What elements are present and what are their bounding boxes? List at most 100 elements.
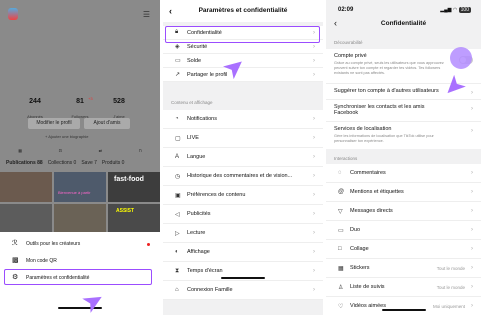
menu-icon[interactable]: ☰ [143,10,150,19]
chevron-right-icon: › [313,57,315,64]
settings-item-label: Publicités [187,211,211,217]
notification-dot [147,243,150,246]
qr-code-icon: ▩ [12,257,19,264]
video-thumbnail[interactable] [54,204,106,232]
bell-icon: ◔ [175,116,179,122]
location-services-description: Gère les informations de localisation qu… [334,134,434,143]
video-thumbnail[interactable]: fast-food [108,172,160,202]
section-title: Contenu et affichage [171,100,213,105]
ads-icon: ◁ [175,211,180,218]
interaction-value: Tout le monde [436,265,465,271]
chevron-right-icon: › [313,230,315,236]
creator-tools-item[interactable]: ℛ Outils pour les créateurs [12,239,80,249]
settings-item-display[interactable]: ◐ Affichage › [163,243,323,262]
tab-products[interactable]: Produits 0 [102,160,125,170]
qr-code-item[interactable]: ▩ Mon code QR [12,256,57,266]
settings-item-ads[interactable]: ◁ Publicités › [163,205,323,224]
home-indicator [382,309,426,311]
live-icon: ▢ [175,135,181,142]
interaction-stickers[interactable]: ▦ Stickers Tout le monde › [326,259,481,278]
shield-icon: ◈ [175,44,180,50]
stitch-icon: □ [338,246,342,252]
interaction-following-list[interactable]: ♙ Liste de suivis Tout le monde › [326,278,481,297]
sheet-item-label: Mon code QR [26,258,57,264]
chevron-right-icon: › [471,189,473,195]
chevron-right-icon: › [313,43,315,50]
chevron-right-icon: › [313,71,315,78]
settings-item-label: Langue [187,154,206,160]
chevron-right-icon: › [471,246,473,252]
chevron-right-icon: › [471,128,473,134]
chevron-right-icon: › [471,284,473,290]
chevron-right-icon: › [313,135,315,141]
interaction-duo[interactable]: ▭ Duo › [326,221,481,240]
creator-tools-icon: ℛ [12,240,18,247]
following-icon: ♙ [338,284,344,291]
settings-item-family-pairing[interactable]: ⌂ Connexion Famille › [163,281,323,300]
mention-icon: @ [338,189,345,195]
bookmark-icon[interactable]: ⊓ [139,148,142,156]
settings-item-label: Sécurité [187,43,208,50]
settings-item-label: Notifications [187,116,217,122]
tab-publications[interactable]: Publications 88 [6,160,43,170]
tab-save[interactable]: Save 7 [81,160,97,170]
bio-hint[interactable]: + Ajouter une biographie [45,134,88,139]
interaction-label: Liste de suivis [350,284,385,290]
tab-collections[interactable]: Collections 0 [48,160,77,170]
settings-item-content-preferences[interactable]: ▣ Préférences de contenu › [163,186,323,205]
chevron-right-icon: › [313,249,315,255]
grid-icon[interactable]: ▦ [18,148,22,156]
privacy-screen: 02:09 ▂▄▆ ◠ 100 ‹ Confidentialité Découv… [326,0,481,315]
hourglass-icon: ⧗ [175,267,180,274]
settings-item-live[interactable]: ▢ LIVE › [163,129,323,148]
edit-profile-button[interactable]: Modifier le profil [28,118,80,129]
video-thumbnail[interactable]: Bienvenue à partir [54,172,106,202]
video-thumbnail[interactable] [0,172,52,202]
chevron-right-icon: › [313,192,315,198]
settings-item-playback[interactable]: ▷ Lecture › [163,224,323,243]
interaction-label: Collage [350,246,369,252]
lock-icon[interactable]: ⊡ [59,148,62,156]
chevron-right-icon: › [471,208,473,214]
highlight-circle [450,47,472,69]
interaction-liked-videos[interactable]: ♡ Vidéos aimées Moi uniquement › [326,297,481,315]
back-icon[interactable]: ‹ [169,0,172,22]
settings-item-label: Connexion Famille [187,287,233,293]
settings-item-notifications[interactable]: ◔ Notifications › [163,110,323,129]
video-thumbnail[interactable] [0,204,52,232]
profile-tabs: Publications 88 Collections 0 Save 7 Pro… [6,160,154,170]
video-thumbnail[interactable]: ASSIST [108,204,160,232]
settings-header: ‹ Paramètres et confidentialité [163,0,323,22]
chevron-right-icon: › [313,116,315,122]
location-services-row[interactable]: Services de localisation Gère les informa… [326,121,481,149]
interaction-comments[interactable]: ◌ Commentaires › [326,164,481,183]
add-friends-button[interactable]: Ajout d'amis [84,118,130,129]
section-title: Découvrabilité [334,40,363,45]
highlight-box [165,26,320,43]
interactions-group: ◌ Commentaires › @ Mentions et étiquettes › … [326,164,481,315]
page-title: Paramètres et confidentialité [198,7,288,14]
followers-badge: +3 [88,96,93,101]
settings-item-history[interactable]: ◷ Historique des commentaires et de visio… [163,167,323,186]
chevron-right-icon: › [471,265,473,271]
interaction-mentions[interactable]: @ Mentions et étiquettes › [326,183,481,202]
interaction-messages[interactable]: ▽ Messages directs › [326,202,481,221]
sync-contacts-label: Synchroniser les contacts et les amis Fa… [334,104,425,116]
status-icons: ▂▄▆ ◠ 100 [440,7,471,13]
settings-item-label: Temps d'écran [187,268,223,274]
interaction-label: Commentaires [350,170,386,176]
private-account-description: Grâce au compte privé, seuls les utilisa… [334,61,444,75]
content-display-group: ◔ Notifications › ▢ LIVE › A Langue › ◷ Histori… [163,110,323,300]
display-icon: ◐ [175,249,179,255]
comment-icon: ◌ [338,170,342,176]
interaction-label: Stickers [350,265,370,271]
interaction-stitch[interactable]: □ Collage › [326,240,481,259]
settings-item-label: Préférences de contenu [187,192,246,198]
repost-icon[interactable]: ⇄ [99,148,102,156]
sticker-icon: ▦ [338,265,344,272]
highlight-box [4,269,152,285]
settings-item-label: Solde [187,57,202,64]
message-icon: ▽ [338,208,343,215]
settings-item-language[interactable]: A Langue › [163,148,323,167]
profile-screen: ☰ 244 Abonnés 81 Followers +3 528 J'aime Mo… [0,0,160,315]
